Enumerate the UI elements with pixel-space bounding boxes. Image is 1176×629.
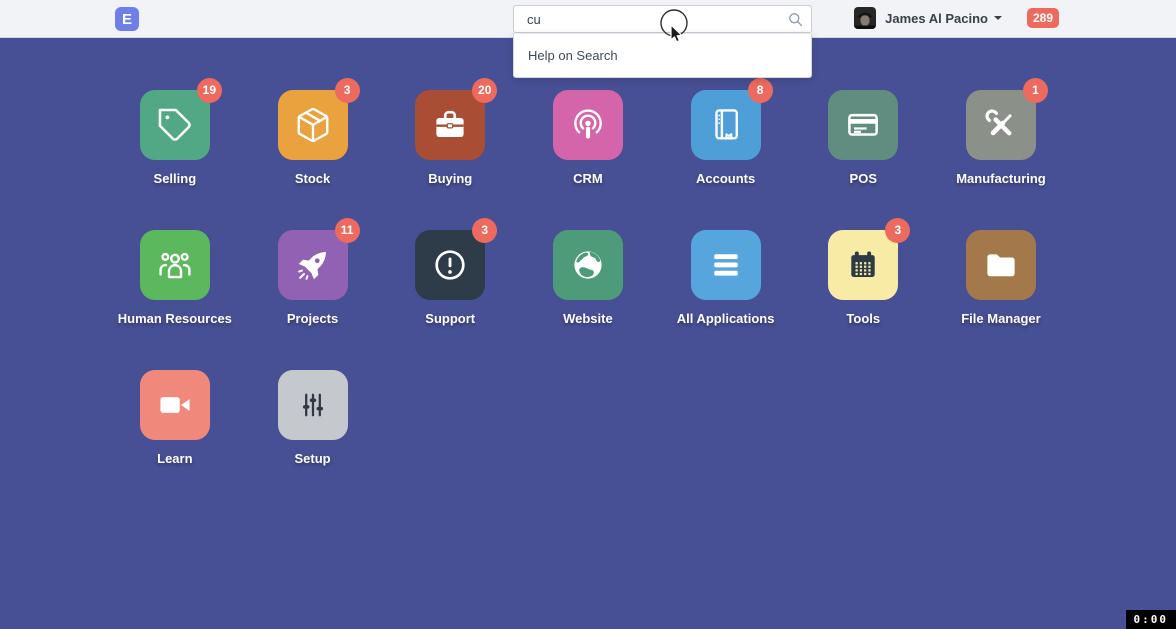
app-tile-human-resources[interactable] [140, 230, 210, 300]
wrench-screwdriver-icon [982, 106, 1020, 144]
app-badge: 3 [472, 218, 497, 243]
desk-background: 19 Selling 3 Stock [0, 38, 1176, 629]
app-tile-support[interactable]: 3 [415, 230, 485, 300]
app-badge: 3 [335, 78, 360, 103]
app-tile-accounts[interactable]: 8 [691, 90, 761, 160]
app-badge: 19 [197, 78, 222, 103]
app-tools: 3 Tools [794, 230, 932, 370]
broadcast-icon [569, 106, 607, 144]
app-badge: 1 [1023, 78, 1048, 103]
rocket-icon [294, 246, 332, 284]
user-menu[interactable]: James Al Pacino 289 [854, 7, 1059, 29]
recording-timer: 0:00 [1126, 610, 1176, 629]
calendar-icon [845, 247, 881, 283]
app-file-manager: File Manager [932, 230, 1070, 370]
tag-icon [156, 106, 194, 144]
chevron-down-icon [994, 16, 1002, 20]
app-manufacturing: 1 Manufacturing [932, 90, 1070, 230]
app-projects: 11 Projects [244, 230, 382, 370]
app-label: Manufacturing [956, 171, 1046, 186]
user-name[interactable]: James Al Pacino [885, 11, 1002, 26]
app-label: Website [563, 311, 613, 326]
folder-icon [982, 246, 1020, 284]
app-badge: 11 [335, 218, 360, 243]
menu-bars-icon [707, 246, 745, 284]
app-tile-pos[interactable] [828, 90, 898, 160]
app-label: Setup [294, 451, 330, 466]
app-label: Projects [287, 311, 338, 326]
avatar [854, 7, 876, 29]
app-buying: 20 Buying [381, 90, 519, 230]
app-label: Buying [428, 171, 472, 186]
app-tile-selling[interactable]: 19 [140, 90, 210, 160]
app-tile-projects[interactable]: 11 [278, 230, 348, 300]
app-tile-all-applications[interactable] [691, 230, 761, 300]
app-setup: Setup [244, 370, 382, 510]
search-dropdown: Help on Search [513, 33, 812, 78]
app-selling: 19 Selling [106, 90, 244, 230]
app-grid: 19 Selling 3 Stock [106, 38, 1070, 510]
app-label: Selling [154, 171, 197, 186]
app-tile-stock[interactable]: 3 [278, 90, 348, 160]
app-label: Stock [295, 171, 330, 186]
app-crm: CRM [519, 90, 657, 230]
briefcase-icon [431, 106, 469, 144]
organization-icon [156, 246, 194, 284]
app-logo[interactable]: E [115, 7, 139, 31]
issue-icon [431, 246, 469, 284]
globe-icon [569, 246, 607, 284]
credit-card-icon [844, 106, 882, 144]
notification-count-badge[interactable]: 289 [1027, 8, 1059, 28]
app-badge: 20 [472, 78, 497, 103]
app-learn: Learn [106, 370, 244, 510]
app-label: Tools [846, 311, 880, 326]
app-tile-setup[interactable] [278, 370, 348, 440]
sliders-icon [296, 388, 330, 422]
search-icon [787, 11, 804, 28]
app-label: Accounts [696, 171, 755, 186]
app-pos: POS [794, 90, 932, 230]
app-tile-website[interactable] [553, 230, 623, 300]
app-label: Human Resources [118, 311, 232, 326]
app-label: POS [850, 171, 877, 186]
app-stock: 3 Stock [244, 90, 382, 230]
search-input[interactable] [514, 6, 811, 32]
app-tile-buying[interactable]: 20 [415, 90, 485, 160]
app-label: Learn [157, 451, 192, 466]
app-label: All Applications [677, 311, 775, 326]
app-label: File Manager [961, 311, 1040, 326]
app-all-applications: All Applications [657, 230, 795, 370]
app-human-resources: Human Resources [106, 230, 244, 370]
app-tile-crm[interactable] [553, 90, 623, 160]
video-camera-icon [156, 386, 194, 424]
app-label: CRM [573, 171, 603, 186]
app-support: 3 Support [381, 230, 519, 370]
app-accounts: 8 Accounts [657, 90, 795, 230]
help-on-search-item[interactable]: Help on Search [514, 34, 811, 77]
app-tile-learn[interactable] [140, 370, 210, 440]
package-icon [294, 106, 332, 144]
app-tile-file-manager[interactable] [966, 230, 1036, 300]
global-search [513, 5, 812, 33]
app-badge: 3 [885, 218, 910, 243]
app-label: Support [425, 311, 475, 326]
app-tile-manufacturing[interactable]: 1 [966, 90, 1036, 160]
app-website: Website [519, 230, 657, 370]
app-badge: 8 [748, 78, 773, 103]
ledger-book-icon [707, 106, 745, 144]
app-tile-tools[interactable]: 3 [828, 230, 898, 300]
